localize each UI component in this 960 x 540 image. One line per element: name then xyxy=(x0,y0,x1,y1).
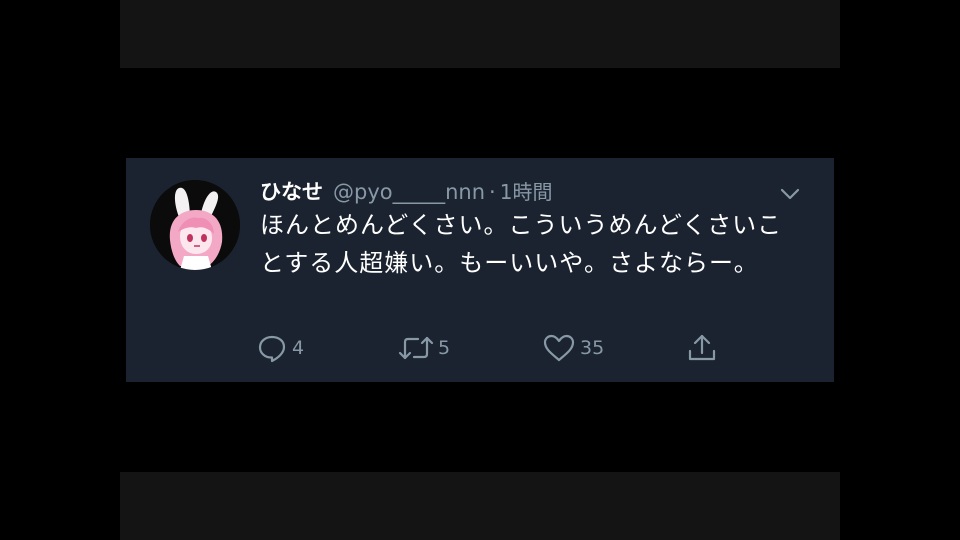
tweet-text: ほんとめんどくさい。こういうめんどくさいことする人超嫌い。もーいいや。さよならー… xyxy=(260,211,783,277)
retweet-count: 5 xyxy=(438,337,451,359)
letterbox-bottom xyxy=(120,472,840,540)
timestamp[interactable]: 1時間 xyxy=(500,176,553,205)
letterbox-top xyxy=(120,0,840,68)
retweet-button[interactable]: 5 xyxy=(398,328,450,368)
display-name[interactable]: ひなせ xyxy=(260,176,323,206)
separator: · xyxy=(489,180,496,204)
like-button[interactable]: 35 xyxy=(542,328,604,368)
reply-icon xyxy=(256,332,288,364)
heart-icon xyxy=(542,332,576,364)
share-icon xyxy=(686,332,718,364)
tweet-card[interactable]: ひなせ @pyo_____nnn · 1時間 ほんとめんどくさい。こういうめんど… xyxy=(126,158,834,382)
retweet-icon xyxy=(398,332,434,364)
user-handle[interactable]: @pyo_____nnn xyxy=(333,180,485,204)
chevron-down-icon[interactable] xyxy=(778,184,802,204)
reply-count: 4 xyxy=(292,337,305,359)
video-frame: ひなせ @pyo_____nnn · 1時間 ほんとめんどくさい。こういうめんど… xyxy=(0,0,960,540)
avatar[interactable] xyxy=(150,180,240,270)
share-button[interactable] xyxy=(686,328,718,368)
tweet-actions: 4 5 35 xyxy=(256,328,726,368)
reply-button[interactable]: 4 xyxy=(256,328,304,368)
tweet-header: ひなせ @pyo_____nnn · 1時間 xyxy=(260,176,552,206)
like-count: 35 xyxy=(580,337,605,359)
